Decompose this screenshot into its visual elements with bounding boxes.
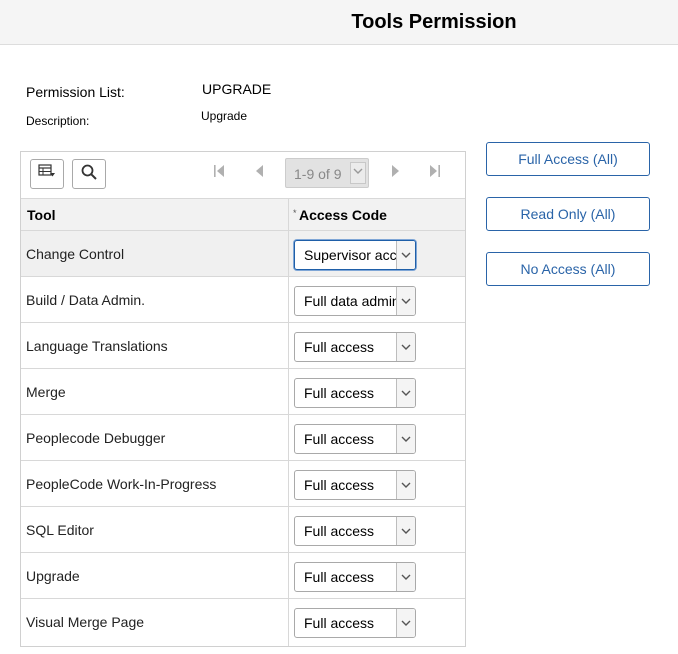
table-row: Language Translations Full access: [21, 323, 465, 369]
access-code-value: Supervisor access: [304, 247, 396, 263]
read-only-all-button[interactable]: Read Only (All): [486, 197, 650, 231]
next-page-icon[interactable]: [391, 164, 400, 181]
grid-personalize-button[interactable]: [30, 159, 64, 189]
permission-list-value: UPGRADE: [202, 81, 272, 97]
permission-list-label: Permission List:: [26, 84, 125, 100]
access-code-value: Full access: [304, 477, 375, 493]
access-code-select[interactable]: Full data admin: [294, 286, 416, 316]
table-row: Merge Full access: [21, 369, 465, 415]
access-code-select[interactable]: Full access: [294, 332, 416, 362]
tool-name: SQL Editor: [26, 522, 94, 538]
chevron-down-icon: [396, 609, 415, 637]
access-code-select[interactable]: Full access: [294, 424, 416, 454]
table-row: SQL Editor Full access: [21, 507, 465, 553]
chevron-down-icon: [396, 287, 415, 315]
access-code-value: Full access: [304, 385, 375, 401]
chevron-down-icon: [396, 379, 415, 407]
access-code-select[interactable]: Full access: [294, 608, 416, 638]
table-row: Peoplecode Debugger Full access: [21, 415, 465, 461]
chevron-down-icon: [396, 241, 415, 269]
page-header: Tools Permission: [0, 0, 678, 45]
access-code-value: Full access: [304, 615, 375, 631]
grid-personalize-icon: [38, 163, 56, 185]
tool-name: Language Translations: [26, 338, 168, 354]
tool-name: Upgrade: [26, 568, 80, 584]
tools-permission-grid: 1-9 of 9 Tool * Access Code Change Contr…: [20, 151, 466, 647]
table-row: PeopleCode Work-In-Progress Full access: [21, 461, 465, 507]
tool-name: PeopleCode Work-In-Progress: [26, 476, 217, 492]
access-code-select[interactable]: Full access: [294, 516, 416, 546]
first-page-icon[interactable]: [213, 164, 225, 181]
column-divider: [288, 198, 289, 646]
column-header-tool[interactable]: Tool: [27, 207, 56, 223]
access-code-select[interactable]: Supervisor access: [294, 240, 416, 270]
page-range-text: 1-9 of 9: [294, 166, 342, 182]
table-row: Change Control Supervisor access: [21, 231, 465, 277]
tool-name: Change Control: [26, 246, 125, 262]
access-code-value: Full access: [304, 431, 375, 447]
required-marker: *: [293, 208, 297, 218]
access-code-value: Full access: [304, 569, 375, 585]
access-code-value: Full access: [304, 523, 375, 539]
last-page-icon[interactable]: [429, 164, 441, 181]
grid-toolbar: 1-9 of 9: [21, 152, 465, 197]
chevron-down-icon: [350, 162, 366, 184]
access-code-value: Full access: [304, 339, 375, 355]
page-range-selector[interactable]: 1-9 of 9: [285, 158, 369, 188]
chevron-down-icon: [396, 517, 415, 545]
tool-name: Peoplecode Debugger: [26, 430, 166, 446]
access-code-select[interactable]: Full access: [294, 470, 416, 500]
grid-search-button[interactable]: [72, 159, 106, 189]
table-row: Upgrade Full access: [21, 553, 465, 599]
chevron-down-icon: [396, 333, 415, 361]
table-row: Build / Data Admin. Full data admin: [21, 277, 465, 323]
access-code-select[interactable]: Full access: [294, 562, 416, 592]
no-access-all-button[interactable]: No Access (All): [486, 252, 650, 286]
description-label: Description:: [26, 114, 90, 128]
full-access-all-button[interactable]: Full Access (All): [486, 142, 650, 176]
access-code-value: Full data admin: [304, 293, 396, 309]
previous-page-icon[interactable]: [255, 164, 264, 181]
access-code-select[interactable]: Full access: [294, 378, 416, 408]
tool-name: Visual Merge Page: [26, 614, 145, 630]
page-title: Tools Permission: [351, 11, 517, 33]
description-value: Upgrade: [201, 109, 248, 123]
chevron-down-icon: [396, 471, 415, 499]
table-row: Visual Merge Page Full access: [21, 599, 465, 645]
tool-name: Build / Data Admin.: [26, 292, 146, 308]
chevron-down-icon: [396, 425, 415, 453]
search-icon: [80, 163, 98, 186]
grid-header-row: Tool * Access Code: [21, 198, 465, 231]
chevron-down-icon: [396, 563, 415, 591]
column-header-access-code[interactable]: Access Code: [299, 207, 387, 223]
tool-name: Merge: [26, 384, 66, 400]
